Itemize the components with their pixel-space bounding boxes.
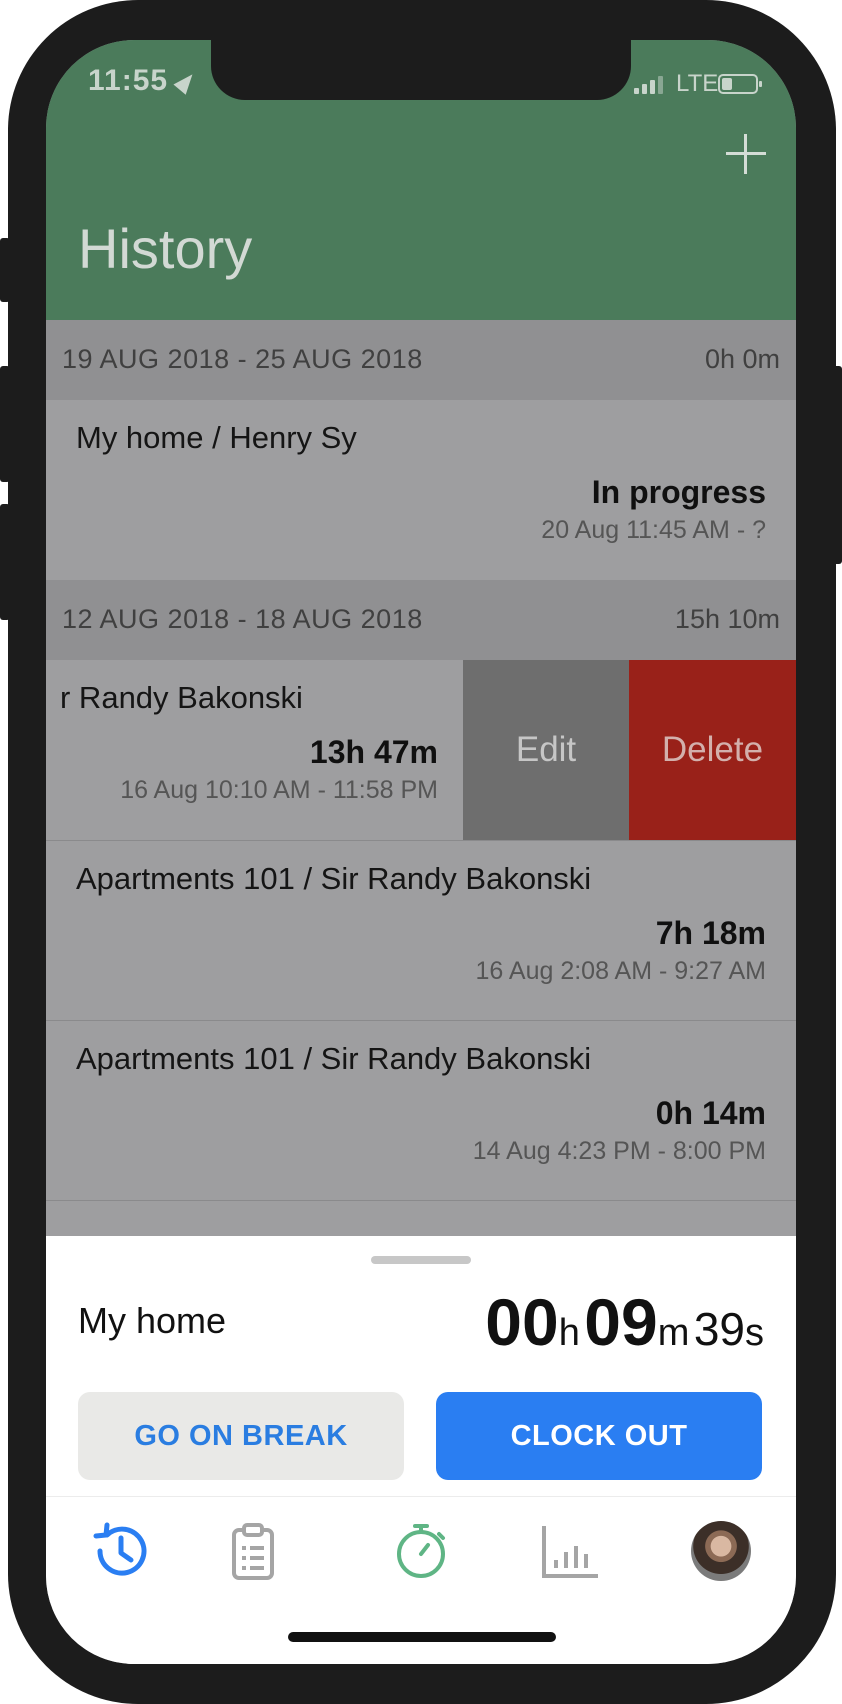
avatar <box>691 1521 751 1581</box>
bar-chart-icon <box>542 1526 598 1578</box>
clock-out-button[interactable]: CLOCK OUT <box>436 1392 762 1480</box>
go-on-break-button[interactable]: GO ON BREAK <box>78 1392 404 1480</box>
silent-switch <box>0 238 10 302</box>
week-total: 15h 10m <box>674 604 780 634</box>
timer-minutes-unit: m <box>657 1312 690 1354</box>
entry-title: My home / Henry Sy <box>76 420 357 455</box>
week-total: 0h 0m <box>704 344 780 374</box>
entry-time-range: 14 Aug 4:23 PM - 8:00 PM <box>472 1137 766 1165</box>
network-type: LTE <box>676 70 719 97</box>
timer-hours: 00 <box>485 1285 559 1359</box>
volume-up-button <box>0 366 10 482</box>
timer-seconds: 39 <box>693 1303 745 1355</box>
timer-seconds-unit: s <box>745 1312 764 1354</box>
clock-sheet: My home 00h 09m 39s GO ON BREAK CLOCK OU… <box>46 1236 796 1664</box>
add-entry-button[interactable] <box>726 134 766 174</box>
tab-clock[interactable] <box>346 1506 496 1596</box>
tab-reports[interactable] <box>496 1506 646 1596</box>
tab-timesheet[interactable] <box>178 1506 328 1596</box>
week-header: 19 AUG 2018 - 25 AUG 2018 0h 0m <box>46 320 796 400</box>
entry-time-range: 20 Aug 11:45 AM - ? <box>541 516 766 544</box>
entry-duration: 13h 47m <box>309 734 438 770</box>
clipboard-icon <box>232 1523 274 1580</box>
delete-button[interactable]: Delete <box>629 660 796 840</box>
swiped-entry-content: r Randy Bakonski 13h 47m 16 Aug 10:10 AM… <box>46 660 466 840</box>
power-button <box>832 366 842 564</box>
week-range: 19 AUG 2018 - 25 AUG 2018 <box>62 344 423 374</box>
week-range: 12 AUG 2018 - 18 AUG 2018 <box>62 604 423 634</box>
screen: 11:55 LTE History 19 AUG 2018 - 25 AUG 2… <box>46 40 796 1664</box>
sheet-drag-handle[interactable] <box>371 1256 471 1264</box>
row-divider <box>46 1200 796 1201</box>
stopwatch-icon <box>397 1524 445 1578</box>
entry-duration: 7h 18m <box>655 915 766 951</box>
timer-hours-unit: h <box>558 1312 580 1354</box>
history-entry-swiped[interactable]: r Randy Bakonski 13h 47m 16 Aug 10:10 AM… <box>46 660 796 840</box>
entry-title: r Randy Bakonski <box>60 680 303 715</box>
history-entry[interactable]: Apartments 101 / Sir Randy Bakonski 0h 1… <box>46 1021 796 1201</box>
week-header: 12 AUG 2018 - 18 AUG 2018 15h 10m <box>46 580 796 660</box>
entry-duration: In progress <box>591 474 766 510</box>
tab-bar-divider <box>46 1496 796 1497</box>
entry-title: Apartments 101 / Sir Randy Bakonski <box>76 1041 592 1076</box>
timer-minutes: 09 <box>584 1285 658 1359</box>
tab-history[interactable] <box>46 1506 196 1596</box>
home-indicator <box>288 1632 556 1642</box>
entry-duration: 0h 14m <box>655 1095 766 1131</box>
location-arrow-icon <box>173 69 199 95</box>
signal-icon <box>634 76 663 94</box>
current-job: My home <box>78 1300 227 1341</box>
notch <box>211 40 631 100</box>
elapsed-timer: 00h 09m 39s <box>485 1284 764 1360</box>
entry-time-range: 16 Aug 2:08 AM - 9:27 AM <box>475 957 766 985</box>
history-icon <box>93 1522 147 1576</box>
tab-profile[interactable] <box>646 1506 796 1596</box>
history-entry[interactable]: My home / Henry Sy In progress 20 Aug 11… <box>46 400 796 580</box>
entry-title: Apartments 101 / Sir Randy Bakonski <box>76 861 592 896</box>
battery-icon <box>718 74 762 94</box>
entry-time-range: 16 Aug 10:10 AM - 11:58 PM <box>120 776 438 804</box>
edit-button[interactable]: Edit <box>463 660 629 840</box>
page-title: History <box>78 217 253 280</box>
history-entry[interactable]: Apartments 101 / Sir Randy Bakonski 7h 1… <box>46 841 796 1021</box>
volume-down-button <box>0 504 10 620</box>
status-time: 11:55 <box>88 64 169 97</box>
